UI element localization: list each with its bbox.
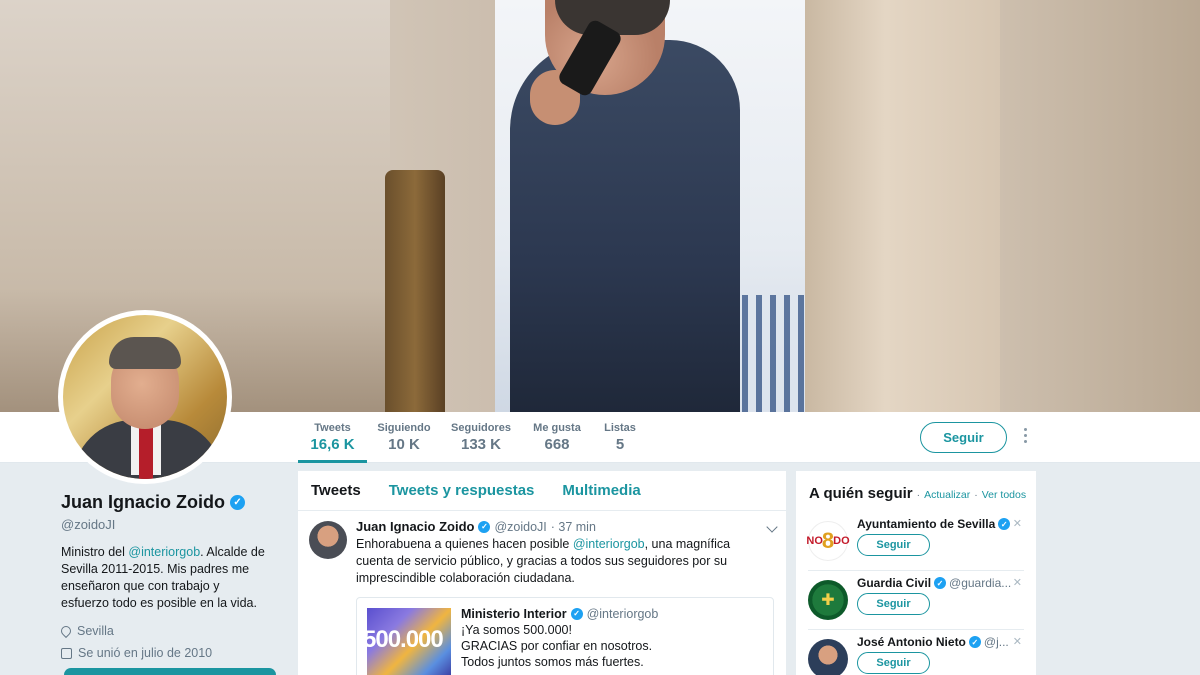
quoted-tweet-image: 500.000: [367, 608, 451, 675]
stat-value: 668: [544, 436, 570, 453]
wtf-follow-button[interactable]: Seguir: [857, 652, 930, 674]
location-pin-icon: [58, 623, 74, 639]
wtf-avatar[interactable]: NO 8 DO: [806, 521, 850, 561]
quoted-author-handle: @interiorgob: [586, 607, 659, 621]
timeline: Tweets Tweets y respuestas Multimedia Ju…: [298, 471, 786, 675]
nodo-logo-text: NO: [806, 535, 823, 547]
profile-card: Juan Ignacio Zoido ✓ @zoidoJI Ministro d…: [58, 492, 281, 660]
tweet-avatar[interactable]: [309, 521, 347, 559]
wtf-refresh-link[interactable]: Actualizar: [924, 489, 970, 501]
wtf-name[interactable]: Ayuntamiento de Sevilla: [857, 517, 995, 531]
more-options-icon[interactable]: [1020, 428, 1030, 446]
verified-badge-icon: ✓: [934, 577, 947, 589]
quoted-line: GRACIAS por confiar en nosotros.: [461, 639, 653, 653]
follow-button[interactable]: Seguir: [920, 422, 1007, 453]
stat-value: 10 K: [388, 436, 420, 453]
wtf-name[interactable]: José Antonio Nieto: [857, 635, 966, 649]
dismiss-close-icon[interactable]: ✕: [1013, 517, 1022, 530]
avatar-tie: [139, 425, 153, 479]
wtf-name-row: Ayuntamiento de Sevilla ✓: [857, 517, 1013, 531]
wtf-handle: @guardia...: [949, 576, 1012, 590]
calendar-icon: [61, 647, 72, 659]
cover-door-right: [805, 0, 1005, 412]
wtf-follow-button[interactable]: Seguir: [857, 534, 930, 556]
stat-label: Me gusta: [533, 422, 581, 434]
cover-wall-right: [1000, 0, 1200, 412]
nodo-logo-text: DO: [833, 535, 850, 547]
tab-tweets-replies[interactable]: Tweets y respuestas: [389, 482, 535, 499]
verified-badge-icon: ✓: [998, 518, 1011, 530]
tweet-header: Juan Ignacio Zoido ✓ @zoidoJI · 37 min: [356, 519, 774, 534]
wtf-item: ✚ Guardia Civil ✓ @guardia... Seguir ✕: [808, 576, 1024, 634]
wtf-name[interactable]: Guardia Civil: [857, 576, 931, 590]
profile-bio: Ministro del @interiorgob. Alcalde de Se…: [61, 544, 266, 612]
verified-badge-icon: ✓: [478, 520, 491, 533]
profile-avatar[interactable]: [58, 310, 232, 484]
profile-name-row: Juan Ignacio Zoido ✓: [61, 492, 281, 513]
wtf-separator: ·: [916, 489, 921, 501]
bio-text: Ministro del: [61, 545, 129, 559]
location-text: Sevilla: [77, 624, 114, 638]
wtf-avatar[interactable]: [808, 639, 848, 675]
divider: [808, 629, 1024, 630]
quoted-tweet-body: Ministerio Interior ✓ @interiorgob ¡Ya s…: [461, 606, 658, 670]
quoted-line: Todos juntos somos más fuertes.: [461, 655, 644, 669]
tweet-text: Enhorabuena a quienes hacen posible @int…: [356, 536, 766, 587]
joined-text: Se unió en julio de 2010: [78, 646, 213, 660]
wtf-title: A quién seguir: [809, 485, 913, 502]
verified-badge-icon: ✓: [968, 636, 981, 648]
stat-value: 5: [615, 436, 625, 453]
quoted-image-text: 500.000: [367, 626, 444, 653]
verified-badge-icon: ✓: [230, 495, 246, 510]
stat-label: Seguidores: [451, 422, 511, 434]
tweet[interactable]: Juan Ignacio Zoido ✓ @zoidoJI · 37 min E…: [298, 511, 786, 675]
profile-handle[interactable]: @zoidoJI: [61, 517, 281, 532]
tweet-text-part: Enhorabuena a quienes hacen posible: [356, 537, 573, 551]
stat-tweets[interactable]: Tweets 16,6 K: [298, 412, 367, 463]
quoted-line: ¡Ya somos 500.000!: [461, 623, 572, 637]
wtf-name-row: José Antonio Nieto ✓ @j...: [857, 635, 1009, 649]
tab-media[interactable]: Multimedia: [562, 482, 640, 499]
stat-label: Listas: [604, 422, 636, 434]
tweet-time[interactable]: · 37 min: [551, 520, 596, 534]
tweet-to-button[interactable]: [64, 668, 276, 675]
wtf-item: NO 8 DO Ayuntamiento de Sevilla ✓ Seguir ✕: [806, 517, 1024, 575]
who-to-follow: A quién seguir · Actualizar · Ver todos …: [796, 471, 1036, 675]
tweet-author-handle[interactable]: @zoidoJI: [494, 520, 546, 534]
tweet-mention-link[interactable]: @interiorgob: [573, 537, 645, 551]
stat-following[interactable]: Siguiendo 10 K: [372, 412, 436, 463]
wtf-handle: @j...: [983, 635, 1009, 649]
dismiss-close-icon[interactable]: ✕: [1013, 576, 1022, 589]
wtf-follow-button[interactable]: Seguir: [857, 593, 930, 615]
dismiss-close-icon[interactable]: ✕: [1013, 635, 1022, 648]
quoted-author-name: Ministerio Interior: [461, 607, 567, 621]
cover-door: [385, 170, 445, 412]
wtf-avatar[interactable]: ✚: [808, 580, 848, 620]
wtf-view-all-link[interactable]: Ver todos: [982, 489, 1026, 501]
wtf-item: José Antonio Nieto ✓ @j... Seguir ✕: [808, 635, 1024, 675]
quoted-tweet-header: Ministerio Interior ✓ @interiorgob: [461, 606, 658, 622]
profile-location: Sevilla: [58, 623, 281, 639]
timeline-tabs: Tweets Tweets y respuestas Multimedia: [298, 471, 786, 511]
tab-tweets[interactable]: Tweets: [311, 482, 361, 499]
profile-name[interactable]: Juan Ignacio Zoido: [61, 492, 225, 513]
stat-label: Siguiendo: [377, 422, 431, 434]
quoted-tweet[interactable]: 500.000 Ministerio Interior ✓ @interiorg…: [356, 597, 774, 675]
profile-joined: Se unió en julio de 2010: [61, 646, 281, 660]
divider: [808, 570, 1024, 571]
stat-followers[interactable]: Seguidores 133 K: [448, 412, 514, 463]
verified-badge-icon: ✓: [570, 608, 583, 620]
tweet-author-name[interactable]: Juan Ignacio Zoido: [356, 519, 474, 534]
stat-likes[interactable]: Me gusta 668: [528, 412, 586, 463]
avatar-hair: [109, 337, 181, 369]
stat-label: Tweets: [314, 422, 351, 434]
wtf-separator: ·: [974, 489, 978, 501]
stat-value: 16,6 K: [310, 436, 355, 453]
wtf-header: A quién seguir · Actualizar · Ver todos: [796, 471, 1036, 502]
bio-mention-link[interactable]: @interiorgob: [128, 545, 200, 559]
wtf-name-row: Guardia Civil ✓ @guardia...: [857, 576, 1011, 590]
stat-lists[interactable]: Listas 5: [600, 412, 640, 463]
stat-value: 133 K: [460, 436, 502, 453]
